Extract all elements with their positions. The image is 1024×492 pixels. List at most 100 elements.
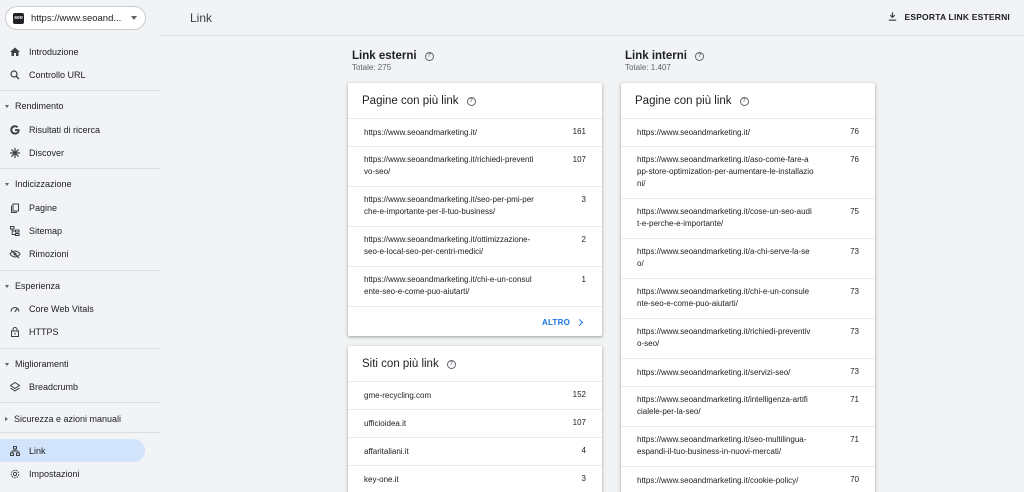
row-url-line: ni/ [637, 179, 646, 188]
external-top-sites-card: Siti con più link? gme-recycling.com 152 u… [348, 346, 602, 492]
table-row[interactable]: https://www.seoandmarketing.it/76 [621, 118, 875, 146]
sidebar-divider [0, 90, 160, 91]
row-value: 4 [581, 446, 586, 455]
more-button[interactable]: ALTRO [542, 318, 584, 327]
table-row[interactable]: https://www.seoandmarketing.it/seo-per-p… [348, 186, 602, 226]
section-label: Esperienza [15, 281, 61, 291]
table-row[interactable]: affaritaliani.it 4 [348, 437, 602, 465]
row-url-line: https://www.seoandmarketing.it/aso-come-… [637, 155, 809, 164]
property-favicon-icon: seo [13, 12, 24, 24]
sidebar-item-impostazioni[interactable]: Impostazioni [0, 462, 145, 485]
help-icon[interactable]: ? [424, 51, 434, 61]
row-url: https://www.seoandmarketing.it/cose-un-s… [637, 206, 812, 230]
table-row[interactable]: https://www.seoandmarketing.it/a-chi-ser… [621, 238, 875, 278]
sitemap-icon [8, 224, 22, 238]
table-row[interactable]: https://www.seoandmarketing.it/cose-un-s… [621, 198, 875, 238]
row-url-line: https://www.seoandmarketing.it/cookie-po… [637, 476, 799, 485]
sidebar-item-https[interactable]: HTTPS [0, 320, 145, 343]
table-row[interactable]: https://www.seoandmarketing.it/chi-e-un-… [621, 278, 875, 318]
sidebar-item-sitemap[interactable]: Sitemap [0, 219, 145, 242]
section-miglioramenti[interactable]: Miglioramenti [0, 357, 69, 371]
table-row[interactable]: gme-recycling.com 152 [348, 381, 602, 409]
row-url-line: https://www.seoandmarketing.it/cose-un-s… [637, 207, 812, 216]
row-url-line: nte-seo-e-come-puo-aiutarti/ [637, 299, 738, 308]
help-icon[interactable]: ? [739, 96, 749, 106]
sidebar-item-label: Breadcrumb [29, 381, 79, 392]
sidebar-item-label: Risultati di ricerca [29, 124, 101, 135]
row-url-line: https://www.seoandmarketing.it/intellige… [637, 395, 808, 404]
external-links-total: Totale: 275 [352, 63, 392, 72]
table-row[interactable]: https://www.seoandmarketing.it/seo-multi… [621, 426, 875, 466]
row-url: https://www.seoandmarketing.it/aso-come-… [637, 154, 814, 190]
sidebar-item-label: Link [29, 445, 46, 456]
row-url: https://www.seoandmarketing.it/ottimizza… [364, 234, 530, 258]
row-url-line: https://www.seoandmarketing.it/seo-multi… [637, 435, 807, 444]
table-row[interactable]: https://www.seoandmarketing.it/cookie-po… [621, 466, 875, 492]
row-url: ufficioidea.it [364, 418, 406, 430]
row-value: 71 [850, 435, 859, 444]
section-label: Miglioramenti [15, 359, 69, 369]
table-row[interactable]: https://www.seoandmarketing.it/ottimizza… [348, 226, 602, 266]
table-row[interactable]: https://www.seoandmarketing.it/servizi-s… [621, 358, 875, 386]
row-url: https://www.seoandmarketing.it/ [637, 127, 750, 139]
table-row[interactable]: https://www.seoandmarketing.it/richiedi-… [348, 146, 602, 186]
row-url-line: cialele-per-la-seo/ [637, 407, 701, 416]
section-indicizzazione[interactable]: Indicizzazione [0, 177, 72, 191]
top-bar: Link ESPORTA LINK ESTERNI [160, 0, 1024, 36]
table-row[interactable]: https://www.seoandmarketing.it/161 [348, 118, 602, 146]
row-value: 73 [850, 287, 859, 296]
row-url-line: https://www.seoandmarketing.it/servizi-s… [637, 368, 791, 377]
table-row[interactable]: key-one.it 3 [348, 465, 602, 492]
caret-right-icon [5, 417, 8, 421]
help-icon[interactable]: ? [446, 359, 456, 369]
table-row[interactable]: https://www.seoandmarketing.it/intellige… [621, 386, 875, 426]
row-url-line: https://www.seoandmarketing.it/chi-e-un-… [364, 275, 532, 284]
sidebar: seo https://www.seoand... Introduzione C… [0, 0, 160, 492]
row-url-line: https://www.seoandmarketing.it/seo-per-p… [364, 195, 534, 204]
sidebar-item-label: Pagine [29, 202, 58, 213]
more-label: ALTRO [542, 318, 570, 327]
table-row[interactable]: https://www.seoandmarketing.it/aso-come-… [621, 146, 875, 198]
chevron-right-icon [575, 318, 584, 327]
sidebar-item-discover[interactable]: Discover [0, 141, 145, 164]
sidebar-item-label: Core Web Vitals [29, 303, 94, 314]
sidebar-item-introduzione[interactable]: Introduzione [0, 40, 145, 63]
gear-icon [8, 467, 22, 481]
sidebar-item-label: Controllo URL [29, 69, 86, 80]
section-label: Rendimento [15, 101, 64, 111]
section-rendimento[interactable]: Rendimento [0, 99, 64, 113]
row-value: 73 [850, 247, 859, 256]
row-url: https://www.seoandmarketing.it/cookie-po… [637, 475, 798, 487]
table-row[interactable]: https://www.seoandmarketing.it/richiedi-… [621, 318, 875, 358]
row-value: 107 [572, 418, 586, 427]
row-value: 107 [572, 155, 586, 164]
sidebar-item-controllo-url[interactable]: Controllo URL [0, 63, 145, 86]
sidebar-divider [0, 270, 160, 271]
row-url-line: https://www.seoandmarketing.it/richiedi-… [364, 155, 534, 164]
sidebar-item-risultati-di-ricerca[interactable]: Risultati di ricerca [0, 118, 145, 141]
caret-down-icon [5, 284, 9, 288]
help-icon[interactable]: ? [466, 96, 476, 106]
sidebar-item-pagine[interactable]: Pagine [0, 196, 145, 219]
row-url: https://www.seoandmarketing.it/richiedi-… [637, 326, 810, 350]
table-row[interactable]: ufficioidea.it 107 [348, 409, 602, 437]
eye-off-icon [8, 247, 22, 261]
sidebar-item-core-web-vitals[interactable]: Core Web Vitals [0, 297, 145, 320]
section-esperienza[interactable]: Esperienza [0, 279, 60, 293]
row-value: 76 [850, 155, 859, 164]
row-value: 70 [850, 475, 859, 484]
gauge-icon [8, 302, 22, 316]
sidebar-item-breadcrumb[interactable]: Breadcrumb [0, 375, 145, 398]
section-sicurezza[interactable]: Sicurezza e azioni manuali [0, 412, 121, 426]
sidebar-item-link[interactable]: Link [0, 439, 145, 462]
property-selector[interactable]: seo https://www.seoand... [5, 6, 146, 30]
caret-down-icon [5, 182, 9, 186]
table-row[interactable]: https://www.seoandmarketing.it/chi-e-un-… [348, 266, 602, 306]
row-divider [348, 306, 602, 307]
section-label: Indicizzazione [15, 179, 72, 189]
row-url: gme-recycling.com [364, 390, 431, 402]
sidebar-item-rimozioni[interactable]: Rimozioni [0, 242, 145, 265]
help-icon[interactable]: ? [694, 51, 704, 61]
sidebar-divider [0, 168, 160, 169]
export-external-links-button[interactable]: ESPORTA LINK ESTERNI [887, 11, 1010, 22]
